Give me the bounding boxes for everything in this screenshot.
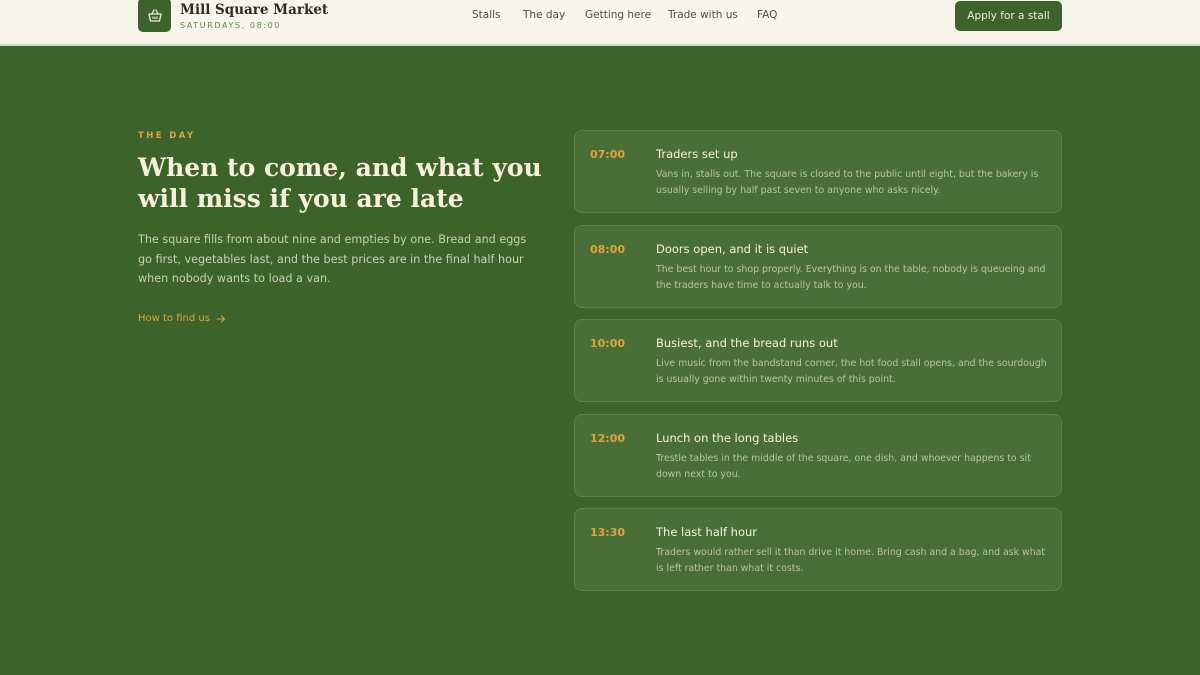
timeline-card: 10:00 Busiest, and the bread runs out Li… [574,319,1062,402]
timeline-description: The best hour to shop properly. Everythi… [656,264,1046,291]
section-headline: When to come, and what you will miss if … [138,153,542,213]
logo[interactable] [138,0,171,32]
how-to-find-us-link[interactable]: How to find us [138,313,226,324]
timeline-card: 12:00 Lunch on the long tables Trestle t… [574,414,1062,497]
timeline-time: 12:00 [590,432,626,445]
timeline-title: Traders set up [656,147,738,161]
site-header: Mill Square Market SATURDAYS, 08:00 Stal… [0,0,1200,46]
timeline-card: 08:00 Doors open, and it is quiet The be… [574,225,1062,308]
apply-for-stall-button[interactable]: Apply for a stall [955,1,1062,31]
timeline-description: Trestle tables in the middle of the squa… [656,453,1031,480]
timeline-description: Traders would rather sell it than drive … [656,547,1046,574]
timeline-time: 13:30 [590,526,626,539]
section-eyebrow: THE DAY [138,131,196,141]
nav-link-getting-here[interactable]: Getting here [585,9,651,21]
timeline-title: The last half hour [656,525,758,539]
timeline-time: 07:00 [590,148,626,161]
section-intro: The square fills from about nine and emp… [138,233,527,285]
timeline-description: Live music from the bandstand corner, th… [656,358,1047,385]
timeline-time: 10:00 [590,337,626,350]
nav-link-the-day[interactable]: The day [523,9,565,21]
brand-name[interactable]: Mill Square Market [180,2,328,18]
nav-link-faq[interactable]: FAQ [757,9,777,21]
timeline-card: 13:30 The last half hour Traders would r… [574,508,1062,591]
how-to-find-us-label: How to find us [138,313,210,324]
brand-tagline: SATURDAYS, 08:00 [180,21,281,30]
timeline-time: 08:00 [590,243,626,256]
nav-link-stalls[interactable]: Stalls [472,9,501,21]
timeline-title: Lunch on the long tables [656,431,799,445]
timeline-card: 07:00 Traders set up Vans in, stalls out… [574,130,1062,213]
timeline-title: Busiest, and the bread runs out [656,336,838,350]
timeline-description: Vans in, stalls out. The square is close… [656,169,1039,196]
timeline-title: Doors open, and it is quiet [656,242,809,256]
nav-link-trade-with-us[interactable]: Trade with us [668,9,738,21]
arrow-right-icon [216,314,225,323]
basket-icon [147,8,162,22]
